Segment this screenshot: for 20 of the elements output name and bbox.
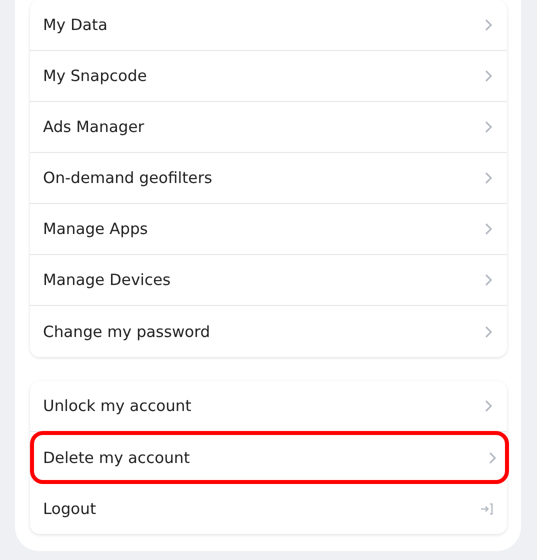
menu-item[interactable]: My Data [30, 0, 507, 51]
chevron-right-icon [483, 69, 493, 83]
menu-item[interactable]: Unlock my account [30, 381, 507, 432]
menu-item[interactable]: Delete my account [30, 431, 509, 484]
menu-item[interactable]: Manage Apps [30, 204, 507, 255]
chevron-right-icon [483, 120, 493, 134]
chevron-right-icon [483, 18, 493, 32]
menu-item[interactable]: My Snapcode [30, 51, 507, 102]
menu-item[interactable]: On-demand geofilters [30, 153, 507, 204]
menu-item[interactable]: Ads Manager [30, 102, 507, 153]
chevron-right-icon [483, 324, 493, 338]
logout-icon [480, 502, 493, 514]
menu-item[interactable]: Manage Devices [30, 255, 507, 306]
chevron-right-icon [483, 171, 493, 185]
menu-item[interactable]: Change my password [30, 306, 507, 357]
chevron-right-icon [483, 222, 493, 236]
chevron-right-icon [483, 399, 493, 413]
menu-item[interactable]: Logout [30, 483, 507, 534]
chevron-right-icon [483, 273, 493, 287]
chevron-right-icon [487, 450, 497, 464]
